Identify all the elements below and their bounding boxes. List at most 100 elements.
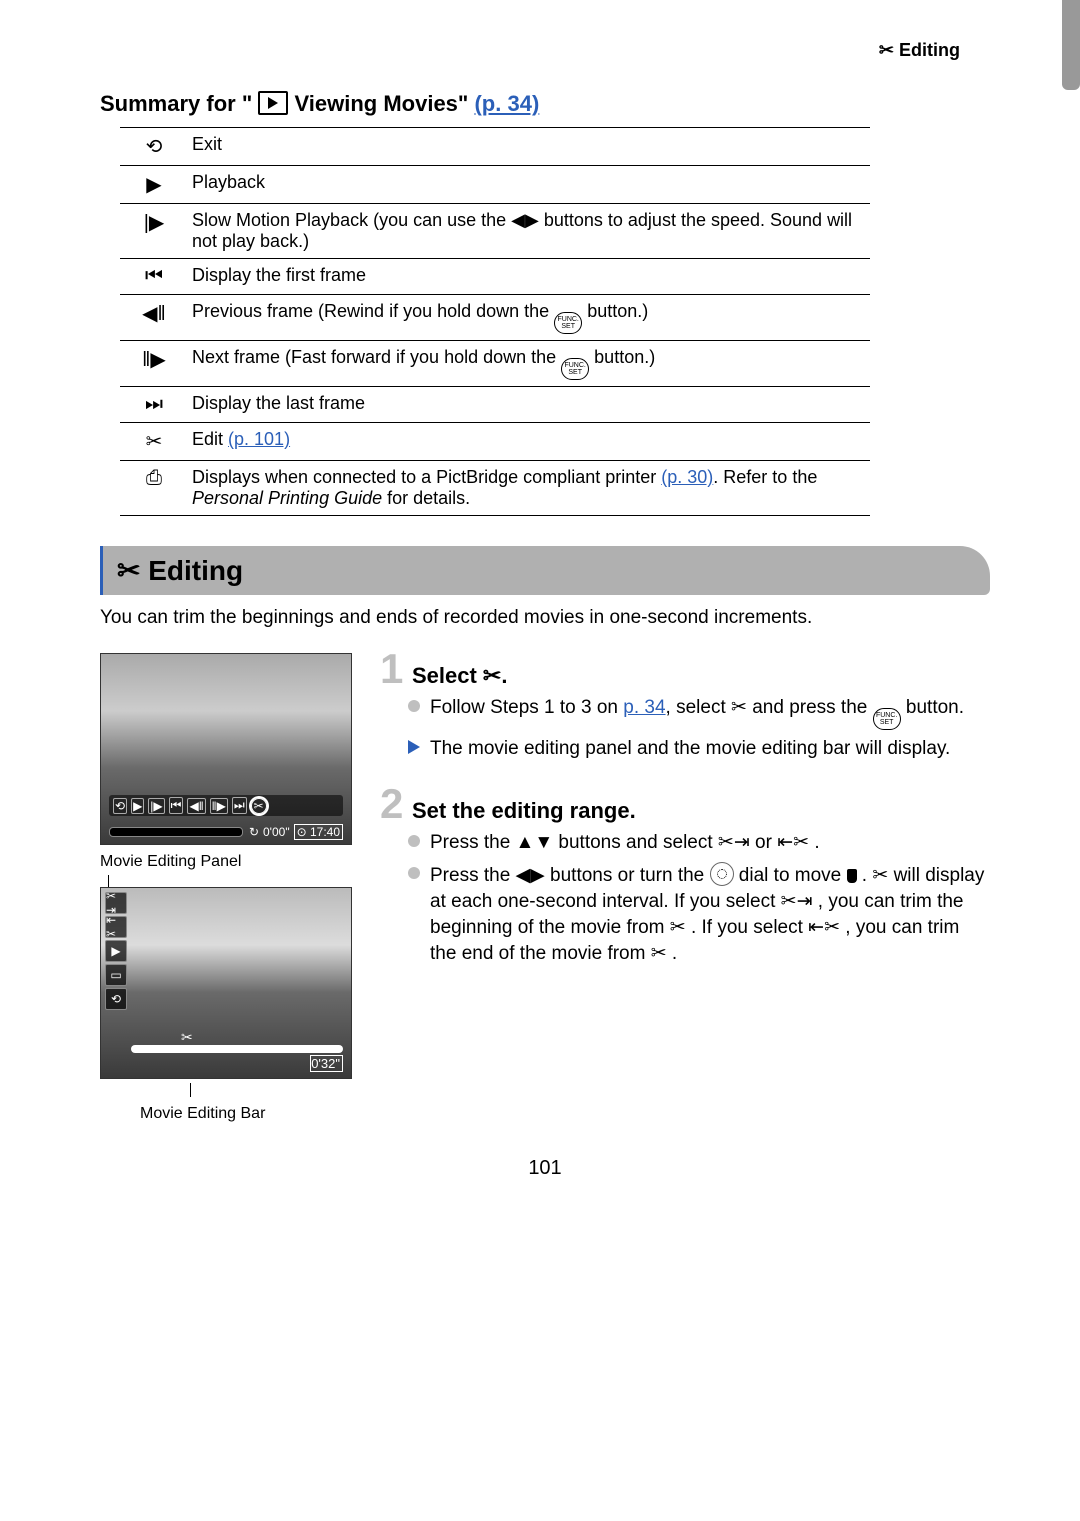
step-title: Set the editing range. xyxy=(412,798,636,824)
total-time: 17:40 xyxy=(310,825,340,839)
strip-icon: ⏭ xyxy=(232,797,247,814)
bullet-text: The movie editing panel and the movie ed… xyxy=(430,736,950,762)
page-number: 101 xyxy=(100,1157,990,1180)
step-number: 1 xyxy=(380,653,406,685)
section-heading: ✂ Editing xyxy=(100,546,990,595)
row-icon: ⏮ xyxy=(120,259,188,295)
panel-icon: ✂⇥ xyxy=(105,892,127,914)
page-ref-link[interactable]: (p. 101) xyxy=(228,429,290,449)
strip-icon: ⏮ xyxy=(169,797,184,814)
row-text: Exit xyxy=(188,128,870,166)
strip-icon: ▶ xyxy=(131,798,144,814)
table-row: ▶Playback xyxy=(120,166,870,204)
row-text: Playback xyxy=(188,166,870,204)
edit-bar-area: ✂ 0'32" xyxy=(131,1045,343,1072)
panel-icon: ▭ xyxy=(105,964,127,986)
summary-title: Summary for " Viewing Movies" (p. 34) xyxy=(100,91,990,117)
elapsed-loop-icon: ↻ xyxy=(249,825,259,839)
page-content: ✂ Editing Summary for " Viewing Movies" … xyxy=(100,40,990,1220)
two-column-layout: ⟲▶|▶⏮◀‖‖▶⏭✂ ↻ 0'00" ⊙ 17:40 Movie Editin… xyxy=(100,653,990,1127)
summary-page-ref[interactable]: (p. 34) xyxy=(474,91,539,116)
row-icon: ⏭ xyxy=(120,387,188,423)
strip-icon: ⟲ xyxy=(113,798,127,814)
screenshot-playback: ⟲▶|▶ ⏮◀‖ ‖▶⏭✂ ↻ 0'00" ⊙ 17:40 xyxy=(100,653,352,845)
table-row: ⎙Displays when connected to a PictBridge… xyxy=(120,461,870,516)
bullet-row: Follow Steps 1 to 3 on p. 34, select ✂ a… xyxy=(408,695,990,730)
table-row: ◀‖Previous frame (Rewind if you hold dow… xyxy=(120,295,870,341)
strip-icon: ◀‖ xyxy=(187,798,205,814)
bullet-row: Press the ▲▼ buttons and select ✂⇥ or ⇤✂… xyxy=(408,830,990,856)
step-title: Select ✂. xyxy=(412,663,507,689)
func-set-icon: FUNC.SET xyxy=(554,312,582,334)
summary-text: Viewing Movies" xyxy=(295,91,469,116)
row-text: Next frame (Fast forward if you hold dow… xyxy=(188,341,870,387)
clock-box: ⊙ 17:40 xyxy=(294,824,343,840)
row-icon: ▶ xyxy=(120,166,188,204)
step-number: 2 xyxy=(380,788,406,820)
bullet-list: Press the ▲▼ buttons and select ✂⇥ or ⇤✂… xyxy=(408,830,990,967)
play-movie-icon xyxy=(258,91,288,115)
strip-icon: |▶ xyxy=(148,798,164,814)
bullet-icon xyxy=(408,700,420,712)
summary-prefix: Summary for " xyxy=(100,91,252,116)
panel-icon: ▶ xyxy=(105,940,127,962)
page-ref-link[interactable]: (p. 30) xyxy=(661,467,713,487)
row-text: Display the first frame xyxy=(188,259,870,295)
step-heading: 2Set the editing range. xyxy=(380,788,990,824)
bullet-icon xyxy=(408,835,420,847)
edit-bar-cursor-icon: ✂ xyxy=(181,1029,193,1046)
table-row: ⏮Display the first frame xyxy=(120,259,870,295)
screenshot-edit-panel: ✂⇥⇤✂▶▭⟲ ✂ 0'32" xyxy=(100,887,352,1079)
table-row: ✂Edit (p. 101) xyxy=(120,423,870,461)
bullet-icon xyxy=(408,867,420,879)
playback-icon-strip: ⟲▶|▶ ⏮◀‖ ‖▶⏭✂ xyxy=(109,795,343,816)
edit-bar-time: 0'32" xyxy=(310,1055,343,1072)
row-text: Displays when connected to a PictBridge … xyxy=(188,461,870,516)
edit-bar-track: ✂ xyxy=(131,1045,343,1053)
strip-icon: ‖▶ xyxy=(210,798,228,814)
bullet-row: Press the ◀▶ buttons or turn the dial to… xyxy=(408,862,990,967)
table-row: ⟲Exit xyxy=(120,128,870,166)
strip-icon: ✂ xyxy=(251,798,267,814)
summary-table: ⟲Exit▶Playback|▶Slow Motion Playback (yo… xyxy=(120,127,870,516)
header-section-label: ✂ Editing xyxy=(100,40,990,61)
row-text: Slow Motion Playback (you can use the ◀▶… xyxy=(188,204,870,259)
page-ref-link[interactable]: p. 34 xyxy=(623,697,665,718)
row-icon: ⟲ xyxy=(120,128,188,166)
row-icon: ⎙ xyxy=(120,461,188,516)
table-row: |▶Slow Motion Playback (you can use the … xyxy=(120,204,870,259)
panel-icon: ⇤✂ xyxy=(105,916,127,938)
bullet-list: Follow Steps 1 to 3 on p. 34, select ✂ a… xyxy=(408,695,990,762)
row-text: Edit (p. 101) xyxy=(188,423,870,461)
edit-panel-icons: ✂⇥⇤✂▶▭⟲ xyxy=(105,892,127,1010)
row-icon: ‖▶ xyxy=(120,341,188,387)
italic-title: Personal Printing Guide xyxy=(192,488,382,508)
result-arrow-icon xyxy=(408,740,420,754)
row-icon: ✂ xyxy=(120,423,188,461)
table-row: ⏭Display the last frame xyxy=(120,387,870,423)
left-column: ⟲▶|▶⏮◀‖‖▶⏭✂ ↻ 0'00" ⊙ 17:40 Movie Editin… xyxy=(100,653,360,1127)
step-heading: 1Select ✂. xyxy=(380,653,990,689)
row-icon: ◀‖ xyxy=(120,295,188,341)
section-intro: You can trim the beginnings and ends of … xyxy=(100,607,990,629)
func-set-icon: FUNC.SET xyxy=(873,708,901,730)
caption-pointer-line-1 xyxy=(108,875,360,887)
elapsed-time: 0'00" xyxy=(263,825,290,839)
dial-icon xyxy=(710,862,734,886)
panel-icon: ⟲ xyxy=(105,988,127,1010)
row-text: Previous frame (Rewind if you hold down … xyxy=(188,295,870,341)
caption-pointer-line-2 xyxy=(190,1083,360,1097)
func-set-icon: FUNC.SET xyxy=(561,358,589,380)
row-text: Display the last frame xyxy=(188,387,870,423)
bullet-text: Follow Steps 1 to 3 on p. 34, select ✂ a… xyxy=(430,695,964,730)
steps-column: 1Select ✂. Follow Steps 1 to 3 on p. 34, … xyxy=(380,653,990,1127)
table-row: ‖▶Next frame (Fast forward if you hold d… xyxy=(120,341,870,387)
row-icon: |▶ xyxy=(120,204,188,259)
caption-edit-panel: Movie Editing Panel xyxy=(100,853,360,871)
bullet-text: Press the ▲▼ buttons and select ✂⇥ or ⇤✂… xyxy=(430,830,820,856)
playback-time-strip: ↻ 0'00" ⊙ 17:40 xyxy=(109,824,343,840)
bullet-row: The movie editing panel and the movie ed… xyxy=(408,736,990,762)
side-tab xyxy=(1062,0,1080,90)
bullet-text: Press the ◀▶ buttons or turn the dial to… xyxy=(430,862,990,967)
caption-edit-bar: Movie Editing Bar xyxy=(140,1105,360,1123)
